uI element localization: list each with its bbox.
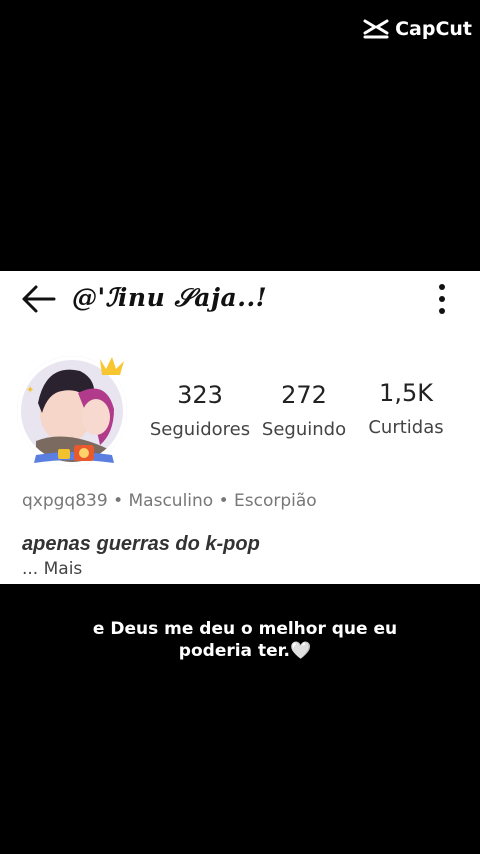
video-caption: e Deus me deu o melhor que eu poderia te…	[0, 618, 480, 662]
more-options-icon[interactable]	[434, 283, 450, 315]
profile-bio: apenas guerras do k-pop	[22, 533, 260, 555]
profile-panel: @'ℐinu 𝒮aja..! ✦ 323 Seguidores 272 Segu…	[0, 271, 480, 584]
profile-info-line: qxpgq839 • Masculino • Escorpião	[22, 491, 317, 511]
likes-label: Curtidas	[368, 417, 444, 438]
capcut-logo-icon	[363, 19, 389, 39]
followers-count: 323	[177, 381, 223, 409]
more-ellipsis: ...	[22, 559, 39, 579]
back-arrow-icon[interactable]	[20, 283, 58, 315]
following-label: Seguindo	[261, 419, 347, 440]
followers-stat[interactable]: 323 Seguidores	[145, 381, 255, 440]
likes-stat[interactable]: 1,5K Curtidas	[351, 379, 461, 438]
caption-line-1: e Deus me deu o melhor que eu	[92, 619, 398, 639]
avatar[interactable]: ✦	[16, 353, 134, 471]
svg-text:✦: ✦	[26, 385, 34, 396]
profile-username: @'ℐinu 𝒮aja..!	[72, 283, 268, 312]
following-count: 272	[281, 381, 327, 409]
more-bio-link[interactable]: ... Mais	[22, 559, 82, 579]
likes-count: 1,5K	[379, 379, 433, 407]
profile-header: @'ℐinu 𝒮aja..!	[0, 271, 480, 327]
caption-line-2: poderia ter.🤍	[178, 641, 312, 661]
watermark-text: CapCut	[395, 18, 472, 40]
more-label: Mais	[43, 559, 83, 579]
following-stat[interactable]: 272 Seguindo	[249, 381, 359, 440]
followers-label: Seguidores	[149, 419, 251, 440]
capcut-watermark: CapCut	[363, 18, 472, 40]
